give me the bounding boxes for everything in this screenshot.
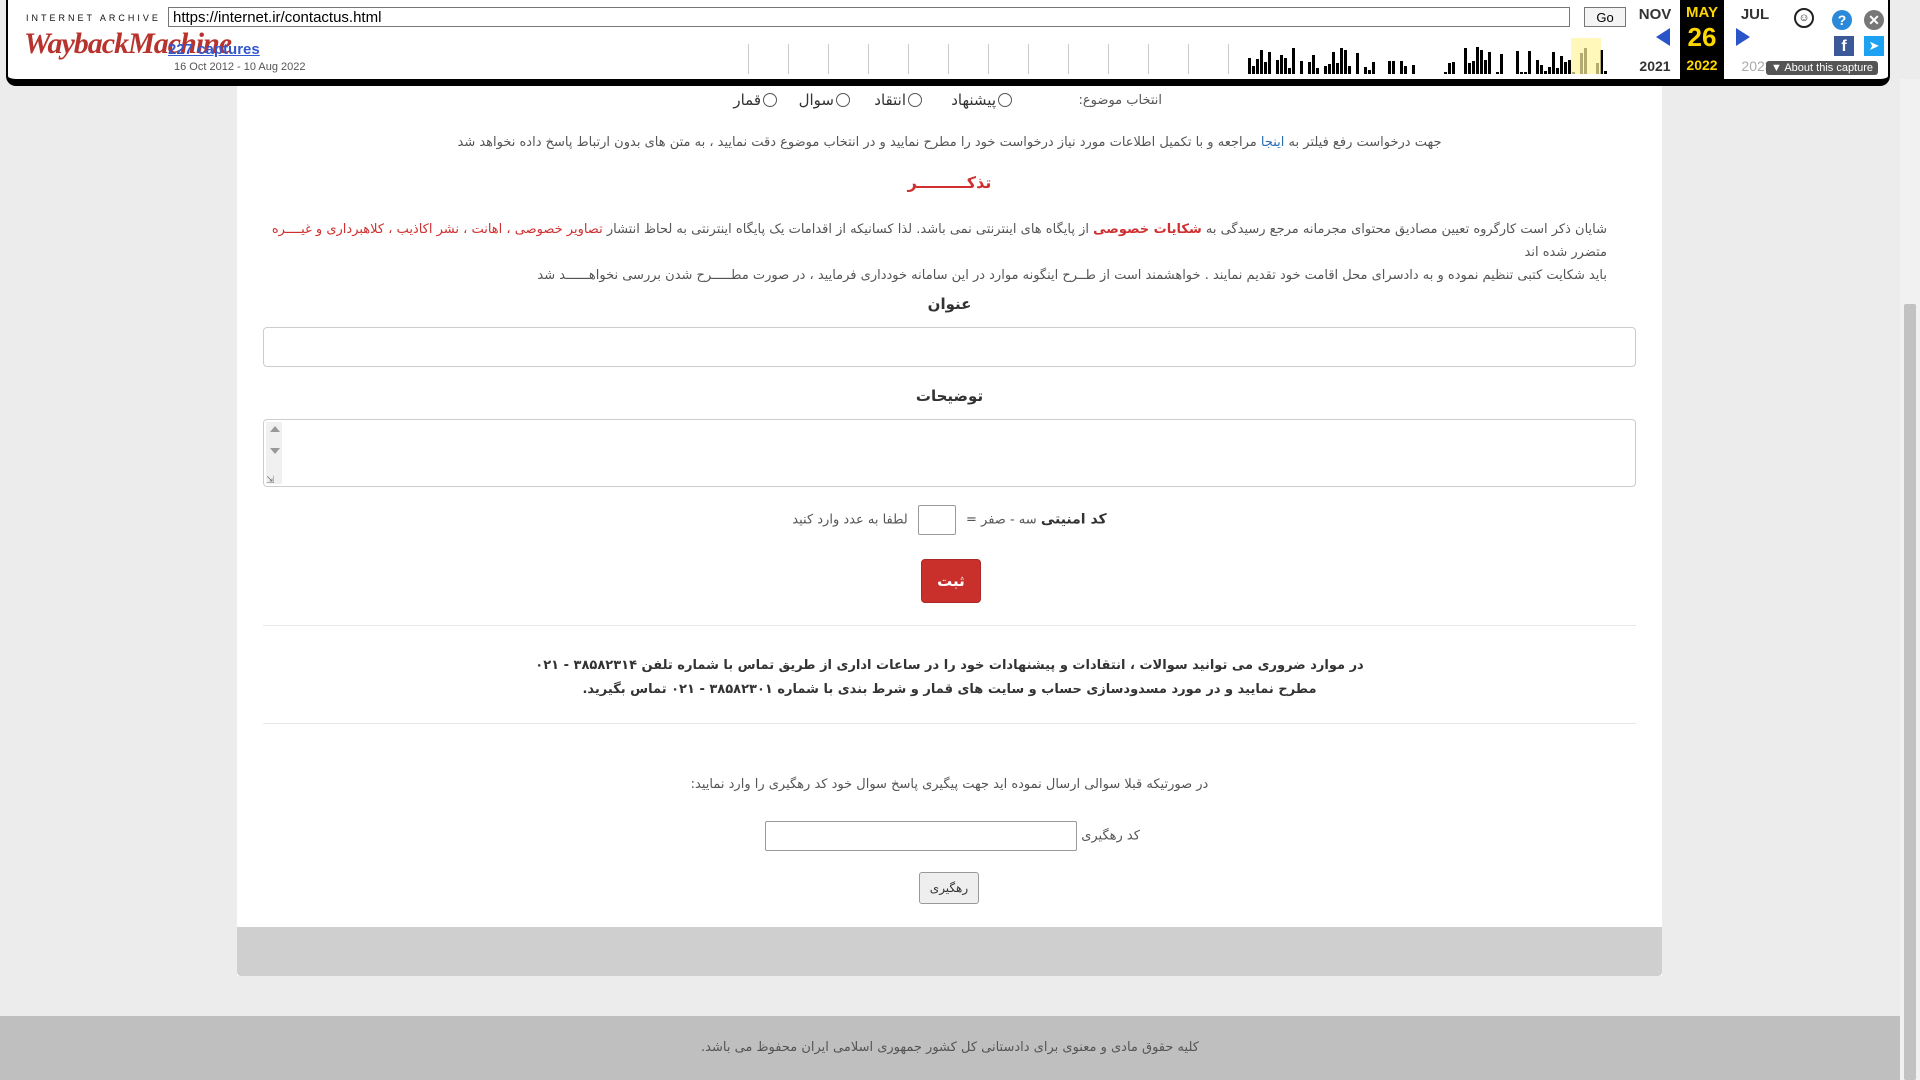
captcha-hint: لطفا به عدد وارد کنید xyxy=(792,512,908,528)
reminder-heading: تذکـــــــــر xyxy=(907,173,992,192)
twitter-icon[interactable]: ➤ xyxy=(1864,36,1884,56)
notice-text-pre: جهت درخواست رفع فیلتر به xyxy=(1288,135,1442,150)
captcha-label: کد امنیتی xyxy=(1040,511,1107,528)
about-capture-button[interactable]: ▼ About this capture xyxy=(1766,61,1879,75)
captcha-question: سه - صفر = xyxy=(966,512,1037,528)
warning-part: متضرر شده اند xyxy=(1524,245,1607,260)
radio-icon[interactable] xyxy=(998,93,1012,107)
description-label: توضیحات xyxy=(915,387,984,405)
warning-highlight: تصاویر خصوصی ، اهانت ، نشر اکاذیب ، کلاه… xyxy=(271,222,603,237)
facebook-icon[interactable]: f xyxy=(1834,36,1854,56)
capture-sparkline[interactable] xyxy=(748,38,1608,74)
tracking-note: در صورتیکه قبلا سوالی ارسال نموده اید جه… xyxy=(690,777,1209,792)
radio-icon[interactable] xyxy=(836,93,850,107)
topic-option-criticism[interactable]: انتقاد xyxy=(874,91,922,109)
title-label: عنوان xyxy=(927,295,972,313)
radio-icon[interactable] xyxy=(763,93,777,107)
ia-label: INTERNET ARCHIVE xyxy=(26,13,161,23)
tracking-button[interactable]: رهگیری xyxy=(919,872,979,904)
radio-icon[interactable] xyxy=(908,93,922,107)
user-icon[interactable]: ☺ xyxy=(1794,8,1814,28)
scroll-up-icon[interactable] xyxy=(270,426,280,432)
tracking-row: کد رهگیری xyxy=(237,821,1662,851)
next-month[interactable]: JUL xyxy=(1730,6,1780,23)
contact-info: در موارد ضروری می توانید سوالات ، انتقاد… xyxy=(237,654,1662,702)
page-scrollbar[interactable] xyxy=(1900,79,1920,1080)
about-capture-label: About this capture xyxy=(1784,62,1874,74)
current-month: MAY xyxy=(1686,4,1718,21)
description-textarea[interactable]: ⇲ xyxy=(263,419,1636,487)
filter-notice: جهت درخواست رفع فیلتر به اینجا مراجعه و … xyxy=(237,135,1662,150)
tracking-input[interactable] xyxy=(765,821,1078,851)
tracking-label: کد رهگیری xyxy=(1081,828,1140,844)
help-icon[interactable]: ? xyxy=(1832,10,1852,30)
prev-year[interactable]: 2021 xyxy=(1630,58,1680,74)
warning-part: شایان ذکر است کارگروه تعیین مصادیق محتوا… xyxy=(1205,222,1607,237)
topic-option-gambling[interactable]: قمار xyxy=(733,91,777,109)
warning-text: شایان ذکر است کارگروه تعیین مصادیق محتوا… xyxy=(267,218,1607,287)
notice-link[interactable]: اینجا xyxy=(1261,135,1285,150)
divider xyxy=(263,625,1636,626)
warning-part: باید شکایت کتبی تنظیم نموده و به دادسرای… xyxy=(537,268,1607,283)
notice-text-post: مراجعه و با تکمیل اطلاعات مورد نیاز درخو… xyxy=(457,135,1257,150)
capture-range: 16 Oct 2012 - 10 Aug 2022 xyxy=(174,61,306,73)
warning-part: از پایگاه های اینترنتی نمی باشد. لذا کسا… xyxy=(606,222,1089,237)
contact-form-card: انتخاب موضوع: پیشنهاد انتقاد سوال قمار ج… xyxy=(237,79,1662,976)
title-input[interactable] xyxy=(263,327,1636,367)
divider xyxy=(263,723,1636,724)
resize-grip-icon[interactable]: ⇲ xyxy=(266,475,274,486)
scrollbar-thumb[interactable] xyxy=(1904,304,1916,1080)
card-footer-bar xyxy=(237,927,1662,976)
topic-selector: انتخاب موضوع: پیشنهاد انتقاد سوال قمار xyxy=(733,91,1162,111)
contact-line: در موارد ضروری می توانید سوالات ، انتقاد… xyxy=(535,658,1364,673)
copyright-text: کلیه حقوق مادی و معنوی برای دادستانی کل … xyxy=(701,1040,1199,1055)
topic-label: انتخاب موضوع: xyxy=(1078,93,1162,108)
url-input[interactable] xyxy=(168,7,1570,27)
wayback-toolbar: INTERNET ARCHIVE WaybackMachine Go 227 c… xyxy=(8,0,1888,84)
topic-option-label: انتقاد xyxy=(874,91,906,109)
prev-month[interactable]: NOV xyxy=(1630,6,1680,23)
topic-option-question[interactable]: سوال xyxy=(799,91,850,109)
current-day: 26 xyxy=(1687,22,1717,52)
topic-option-label: پیشنهاد xyxy=(951,91,996,109)
captcha-input[interactable] xyxy=(917,505,956,535)
warning-highlight: شکایات خصوصی xyxy=(1093,222,1202,237)
topic-option-label: قمار xyxy=(733,91,761,109)
prev-capture-arrow-icon[interactable] xyxy=(1656,28,1670,46)
topic-option-label: سوال xyxy=(798,91,834,109)
go-button[interactable]: Go xyxy=(1584,7,1626,27)
submit-button[interactable]: ثبت xyxy=(921,559,981,603)
captcha-row: کد امنیتی سه - صفر = لطفا به عدد وارد کن… xyxy=(237,505,1662,535)
contact-line: مطرح نمایید و در مورد مسدودسازی حساب و س… xyxy=(582,682,1317,697)
scroll-down-icon[interactable] xyxy=(270,448,280,454)
page-footer: کلیه حقوق مادی و معنوی برای دادستانی کل … xyxy=(0,1016,1900,1080)
next-capture-arrow-icon[interactable] xyxy=(1736,28,1750,46)
current-year: 2022 xyxy=(1686,57,1718,73)
close-icon[interactable]: ✕ xyxy=(1864,10,1884,30)
topic-option-suggestion[interactable]: پیشنهاد xyxy=(951,91,1012,109)
captures-link[interactable]: 227 captures xyxy=(168,41,260,58)
